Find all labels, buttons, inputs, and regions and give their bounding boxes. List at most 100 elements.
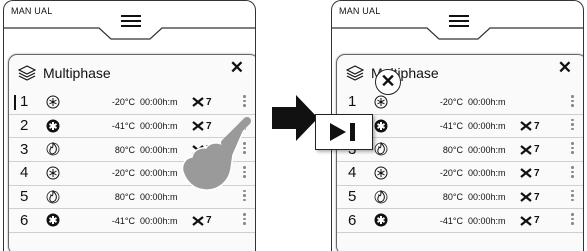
close-icon[interactable]: ✕ bbox=[230, 58, 244, 78]
fan-icon bbox=[192, 215, 204, 226]
fan-icon bbox=[520, 144, 532, 155]
arrow-right-icon bbox=[272, 95, 318, 141]
fan-value: 7 bbox=[206, 215, 212, 227]
phase-time: 00:00h:m bbox=[468, 192, 506, 203]
snowflake-icon bbox=[46, 95, 60, 109]
phase-number: 5 bbox=[348, 188, 357, 206]
mode-label: MAN UAL bbox=[339, 6, 381, 16]
more-options-icon[interactable] bbox=[571, 164, 574, 181]
phase-time: 00:00h:m bbox=[468, 121, 506, 132]
top-bar: MAN UAL bbox=[4, 1, 255, 45]
phase-row[interactable]: 1 -20°C 00:00h:m 7 bbox=[9, 91, 255, 115]
phase-number: 4 bbox=[20, 164, 29, 182]
skip-next-button[interactable] bbox=[315, 114, 373, 150]
phase-time: 00:00h:m bbox=[468, 144, 506, 155]
snowflake-icon bbox=[374, 95, 388, 109]
layers-icon bbox=[346, 65, 364, 81]
snowflake-bold-icon bbox=[46, 213, 60, 227]
phase-number: 4 bbox=[348, 164, 357, 182]
fan-icon bbox=[520, 168, 532, 179]
mode-label: MAN UAL bbox=[11, 6, 53, 16]
snowflake-bold-icon bbox=[46, 119, 60, 133]
hand-pointer-icon bbox=[181, 117, 251, 191]
fan-value: 7 bbox=[534, 191, 540, 203]
phase-row[interactable]: 4 -20°C 00:00h:m 7 bbox=[337, 162, 583, 186]
fan-icon bbox=[520, 192, 532, 202]
phase-temperature: -20°C bbox=[111, 168, 135, 179]
circle-close-icon[interactable]: ✕ bbox=[375, 69, 401, 95]
menu-icon[interactable] bbox=[449, 15, 469, 27]
fan-icon bbox=[192, 97, 204, 108]
snowflake-icon bbox=[374, 166, 388, 180]
phase-time: 00:00h:m bbox=[140, 215, 178, 226]
phase-temperature: -41°C bbox=[111, 121, 135, 132]
phase-number: 1 bbox=[348, 93, 357, 111]
more-options-icon[interactable] bbox=[571, 211, 574, 228]
panel-title: Multiphase bbox=[43, 65, 111, 81]
phase-temperature: 80°C bbox=[114, 144, 135, 155]
phase-time: 00:00h:m bbox=[140, 121, 178, 132]
phase-temperature: -20°C bbox=[439, 168, 463, 179]
phase-row[interactable]: 380°C00:00h:m7 bbox=[337, 138, 583, 163]
phase-time: 00:00h:m bbox=[140, 144, 178, 155]
phase-time: 00:00h:m bbox=[468, 97, 506, 108]
phase-temperature: 80°C bbox=[442, 144, 463, 155]
phase-number: 1 bbox=[20, 93, 29, 111]
phase-time: 00:00h:m bbox=[468, 168, 506, 179]
fan-value: 7 bbox=[534, 215, 540, 227]
phase-row[interactable]: 6 -41°C 00:00h:m 7 bbox=[337, 209, 583, 234]
phase-row[interactable]: 6 -41°C 00:00h:m 7 bbox=[9, 209, 255, 234]
fan-value: 7 bbox=[534, 144, 540, 156]
phase-row[interactable]: 1 -20°C 00:00h:m bbox=[337, 91, 583, 115]
phase-number: 2 bbox=[20, 117, 29, 135]
more-options-icon[interactable] bbox=[571, 140, 574, 157]
snowflake-bold-icon bbox=[374, 213, 388, 227]
more-options-icon[interactable] bbox=[243, 211, 246, 228]
fan-value: 7 bbox=[206, 96, 212, 108]
more-options-icon[interactable] bbox=[571, 117, 574, 134]
phase-number: 3 bbox=[20, 140, 29, 158]
close-icon[interactable]: ✕ bbox=[558, 58, 572, 78]
heat-icon bbox=[374, 142, 388, 156]
phase-number: 5 bbox=[20, 188, 29, 206]
phase-temperature: 80°C bbox=[114, 192, 135, 203]
skip-next-icon bbox=[330, 123, 355, 141]
fan-speed: 7 bbox=[520, 215, 540, 226]
phase-temperature: -20°C bbox=[439, 97, 463, 108]
fan-speed: 7 bbox=[192, 215, 212, 226]
more-options-icon[interactable] bbox=[571, 93, 574, 110]
selection-marker bbox=[14, 95, 16, 110]
phase-temperature: -41°C bbox=[111, 215, 135, 226]
fan-icon bbox=[520, 121, 532, 131]
phase-time: 00:00h:m bbox=[140, 192, 178, 203]
phase-time: 00:00h:m bbox=[468, 215, 506, 226]
heat-icon bbox=[374, 189, 388, 204]
phase-time: 00:00h:m bbox=[140, 168, 178, 179]
fan-speed: 7 bbox=[520, 168, 540, 179]
phase-time: 00:00h:m bbox=[140, 97, 178, 108]
phase-temperature: -20°C bbox=[111, 97, 135, 108]
phase-number: 6 bbox=[20, 211, 29, 229]
fan-speed: 7 bbox=[192, 97, 212, 108]
more-options-icon[interactable] bbox=[571, 188, 574, 205]
snowflake-icon bbox=[46, 166, 60, 180]
phase-temperature: -41°C bbox=[439, 121, 463, 132]
fan-speed: 7 bbox=[520, 144, 540, 155]
heat-icon bbox=[46, 142, 60, 156]
fan-value: 7 bbox=[534, 120, 540, 132]
snowflake-bold-icon bbox=[374, 119, 388, 133]
menu-icon[interactable] bbox=[121, 15, 141, 27]
phase-number: 6 bbox=[348, 211, 357, 229]
fan-value: 7 bbox=[534, 167, 540, 179]
multiphase-panel: Multiphase ✕ 1-20°C00:00h:m2-41°C00:00h:… bbox=[336, 54, 583, 251]
phase-row[interactable]: 5 80°C 00:00h:m 7 bbox=[337, 186, 583, 210]
panel-header: Multiphase bbox=[18, 65, 111, 81]
phase-row[interactable]: 2-41°C00:00h:m7 bbox=[337, 115, 583, 139]
fan-icon bbox=[520, 215, 532, 226]
phase-temperature: 80°C bbox=[442, 192, 463, 203]
heat-icon bbox=[46, 189, 60, 204]
phase-list: 1-20°C00:00h:m2-41°C00:00h:m7380°C00:00h… bbox=[337, 91, 583, 234]
more-options-icon[interactable] bbox=[243, 93, 246, 110]
fan-speed: 7 bbox=[520, 121, 540, 132]
fan-speed: 7 bbox=[520, 192, 540, 203]
